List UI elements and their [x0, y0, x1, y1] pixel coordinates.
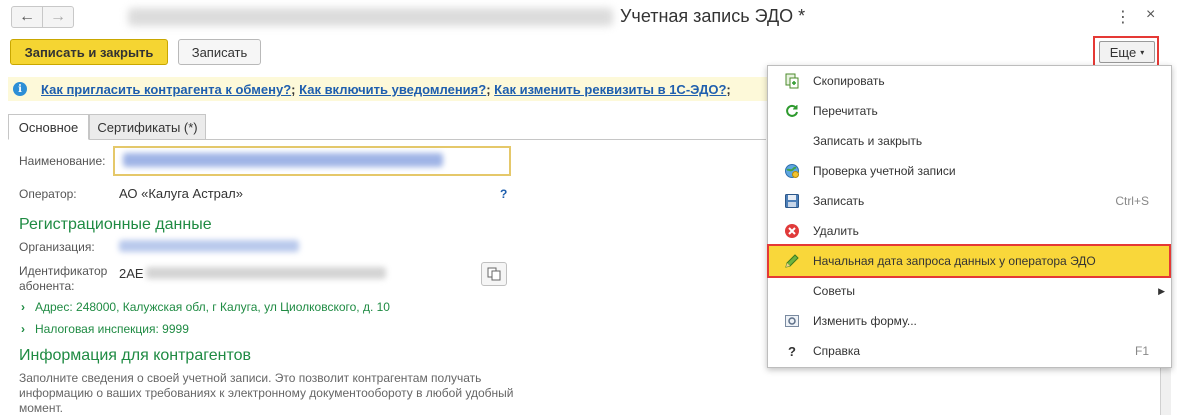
- menu-item-help[interactable]: ? Справка F1: [768, 336, 1171, 366]
- save-icon: [784, 193, 800, 209]
- more-dropdown-menu: Скопировать Перечитать Записать и закрыт…: [767, 65, 1172, 368]
- chevron-down-icon: ▾: [1140, 47, 1145, 57]
- window-menu-icon[interactable]: ⋮: [1115, 7, 1131, 27]
- blurred-subscriber-id: [146, 267, 386, 279]
- enable-notifications-link[interactable]: Как включить уведомления?: [299, 82, 486, 97]
- selected-item-highlight: [767, 244, 1171, 278]
- shortcut-hint: Ctrl+S: [1115, 194, 1149, 208]
- back-arrow-icon: ←: [19, 8, 35, 25]
- name-field[interactable]: [113, 146, 511, 176]
- subscriber-label-line2: абонента:: [19, 279, 75, 293]
- globe-check-icon: [784, 163, 800, 179]
- menu-item-label: Изменить форму...: [813, 314, 917, 328]
- menu-item-label: Справка: [813, 344, 861, 358]
- info-icon: i: [13, 82, 27, 96]
- menu-item-check-account[interactable]: Проверка учетной записи: [768, 156, 1171, 186]
- menu-item-change-form[interactable]: Изменить форму...: [768, 306, 1171, 336]
- scrollbar[interactable]: [1160, 365, 1171, 415]
- menu-item-label: Записать и закрыть: [813, 134, 923, 148]
- shortcut-hint: F1: [1134, 344, 1149, 358]
- organization-label: Организация:: [19, 240, 95, 254]
- menu-item-label: Удалить: [813, 224, 859, 238]
- operator-help-icon[interactable]: ?: [500, 187, 507, 201]
- menu-item-label: Перечитать: [813, 104, 878, 118]
- tax-inspection-text: Налоговая инспекция: 9999: [35, 322, 189, 336]
- contractors-section-title: Информация для контрагентов: [19, 347, 251, 364]
- copy-id-button[interactable]: [481, 262, 507, 286]
- invite-contractor-link[interactable]: Как пригласить контрагента к обмену?: [41, 82, 291, 97]
- menu-item-save-close[interactable]: Записать и закрыть: [768, 126, 1171, 156]
- operator-value: АО «Калуга Астрал»: [119, 186, 243, 201]
- close-icon[interactable]: ×: [1146, 6, 1155, 24]
- address-text: Адрес: 248000, Калужская обл, г Калуга, …: [35, 300, 390, 314]
- info-separator: ;: [486, 82, 491, 97]
- more-button-label: Еще: [1109, 44, 1137, 60]
- tab-main[interactable]: Основное: [8, 114, 89, 140]
- blurred-name-value: [123, 153, 443, 167]
- submenu-arrow-icon: ▶: [1158, 285, 1165, 296]
- info-separator: ;: [726, 82, 731, 97]
- save-button[interactable]: Записать: [178, 39, 261, 65]
- registration-section-title: Регистрационные данные: [19, 216, 212, 233]
- tax-inspection-expander[interactable]: › Налоговая инспекция: 9999: [21, 322, 189, 336]
- menu-item-tips[interactable]: Советы ▶: [768, 276, 1171, 306]
- menu-item-label: Советы: [813, 284, 855, 298]
- menu-item-refresh[interactable]: Перечитать: [768, 96, 1171, 126]
- contractors-description: Заполните сведения о своей учетной запис…: [19, 371, 514, 415]
- save-and-close-button[interactable]: Записать и закрыть: [10, 39, 168, 65]
- copy-icon: [487, 267, 501, 281]
- name-label: Наименование:: [19, 154, 106, 168]
- subscriber-label-line1: Идентификатор: [19, 264, 108, 278]
- back-button[interactable]: ←: [11, 6, 43, 28]
- help-icon: ?: [788, 343, 796, 359]
- delete-icon: [784, 223, 800, 239]
- change-requisites-link[interactable]: Как изменить реквизиты в 1С-ЭДО?: [494, 82, 726, 97]
- forward-button[interactable]: →: [42, 6, 74, 28]
- forward-arrow-icon: →: [50, 8, 66, 25]
- subscriber-id-prefix: 2AE: [119, 266, 144, 281]
- menu-item-label: Записать: [813, 194, 865, 208]
- copy-icon: [784, 73, 800, 89]
- menu-item-label: Проверка учетной записи: [813, 164, 956, 178]
- blurred-document-title: [128, 8, 613, 26]
- address-expander[interactable]: › Адрес: 248000, Калужская обл, г Калуга,…: [21, 300, 390, 314]
- operator-label: Оператор:: [19, 187, 77, 201]
- menu-item-save[interactable]: Записать Ctrl+S: [768, 186, 1171, 216]
- menu-item-label: Скопировать: [813, 74, 885, 88]
- more-button[interactable]: Еще ▾: [1099, 41, 1155, 63]
- info-separator: ;: [291, 82, 296, 97]
- tab-certificates[interactable]: Сертификаты (*): [89, 114, 206, 140]
- menu-item-copy[interactable]: Скопировать: [768, 66, 1171, 96]
- organization-link[interactable]: [119, 240, 299, 252]
- refresh-icon: [784, 103, 800, 119]
- window-title: Учетная запись ЭДО *: [620, 6, 806, 26]
- tab-divider: [206, 139, 766, 140]
- form-settings-icon: [784, 313, 800, 329]
- menu-item-delete[interactable]: Удалить: [768, 216, 1171, 246]
- info-links: Как пригласить контрагента к обмену?; Ка…: [41, 82, 731, 97]
